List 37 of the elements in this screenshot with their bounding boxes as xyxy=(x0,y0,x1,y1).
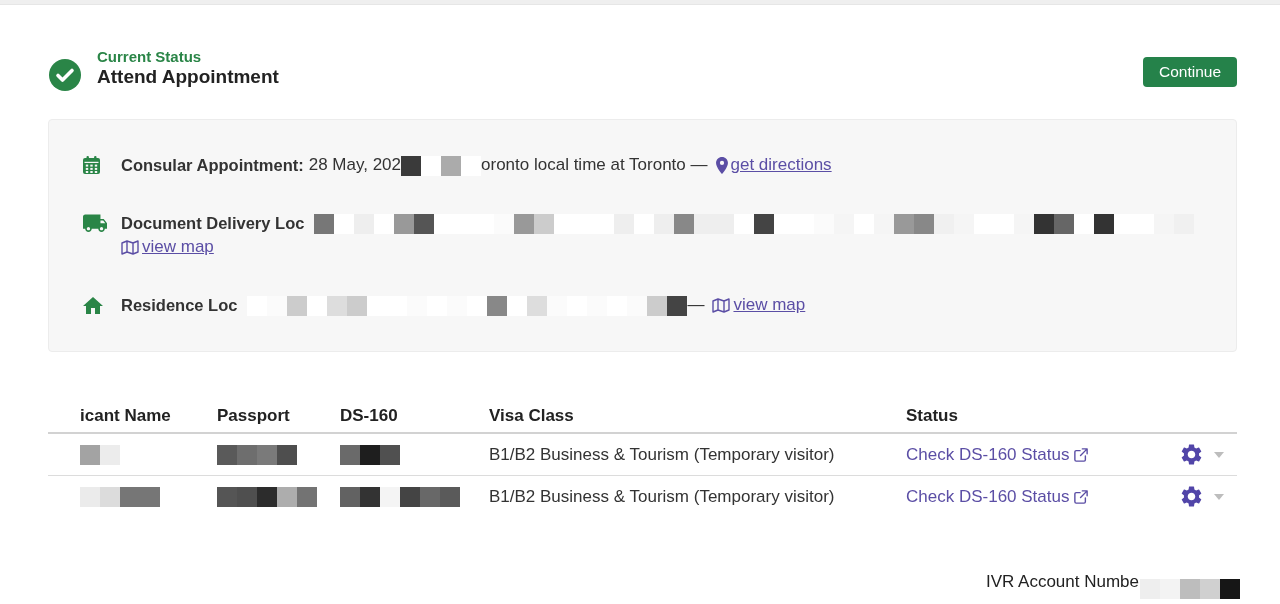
check-circle-icon xyxy=(49,59,81,91)
detail-value: oronto local time at Toronto — xyxy=(481,154,708,176)
continue-button[interactable]: Continue xyxy=(1142,57,1237,87)
column-header: Status xyxy=(906,406,958,425)
map-link[interactable]: get directions xyxy=(715,153,832,177)
house-icon xyxy=(83,296,103,314)
external-link-icon xyxy=(1074,447,1089,462)
detail-label: Document Delivery Loc xyxy=(121,213,305,234)
folded-map-icon xyxy=(712,297,731,313)
detail-value: — xyxy=(687,294,705,316)
status-label: Current Status xyxy=(97,48,203,66)
truck-icon xyxy=(83,214,107,232)
column-header: Passport xyxy=(217,406,290,425)
column-header: icant Name xyxy=(80,406,171,425)
visa-class-cell: B1/B2 Business & Tourism (Temporary visitor) xyxy=(489,444,835,465)
detail-value: 28 May, 202 xyxy=(308,154,401,176)
settings-menu-button[interactable] xyxy=(1181,444,1224,465)
calendar-icon xyxy=(83,156,100,174)
detail-label: Residence Loc xyxy=(121,295,238,316)
status-link[interactable]: Check DS-160 Status xyxy=(906,444,1089,465)
external-link-icon xyxy=(1074,489,1089,504)
status-link[interactable]: Check DS-160 Status xyxy=(906,486,1089,507)
column-header: Visa Class xyxy=(489,406,574,425)
status-title: Attend Appointment xyxy=(97,66,279,88)
map-link[interactable]: view map xyxy=(712,293,806,317)
caret-icon xyxy=(1214,451,1224,458)
folded-map-icon xyxy=(121,239,139,255)
column-header: DS-160 xyxy=(340,406,398,425)
map-pin-icon xyxy=(715,156,728,174)
map-link[interactable]: view map xyxy=(121,235,214,259)
settings-icon xyxy=(1181,444,1202,465)
settings-icon xyxy=(1181,486,1202,507)
ivr-account-label: IVR Account Numbe xyxy=(985,572,1139,592)
visa-class-cell: B1/B2 Business & Tourism (Temporary visitor) xyxy=(489,486,835,507)
detail-label: Consular Appointment: xyxy=(121,155,304,176)
caret-icon xyxy=(1214,493,1224,500)
settings-menu-button[interactable] xyxy=(1181,486,1224,507)
